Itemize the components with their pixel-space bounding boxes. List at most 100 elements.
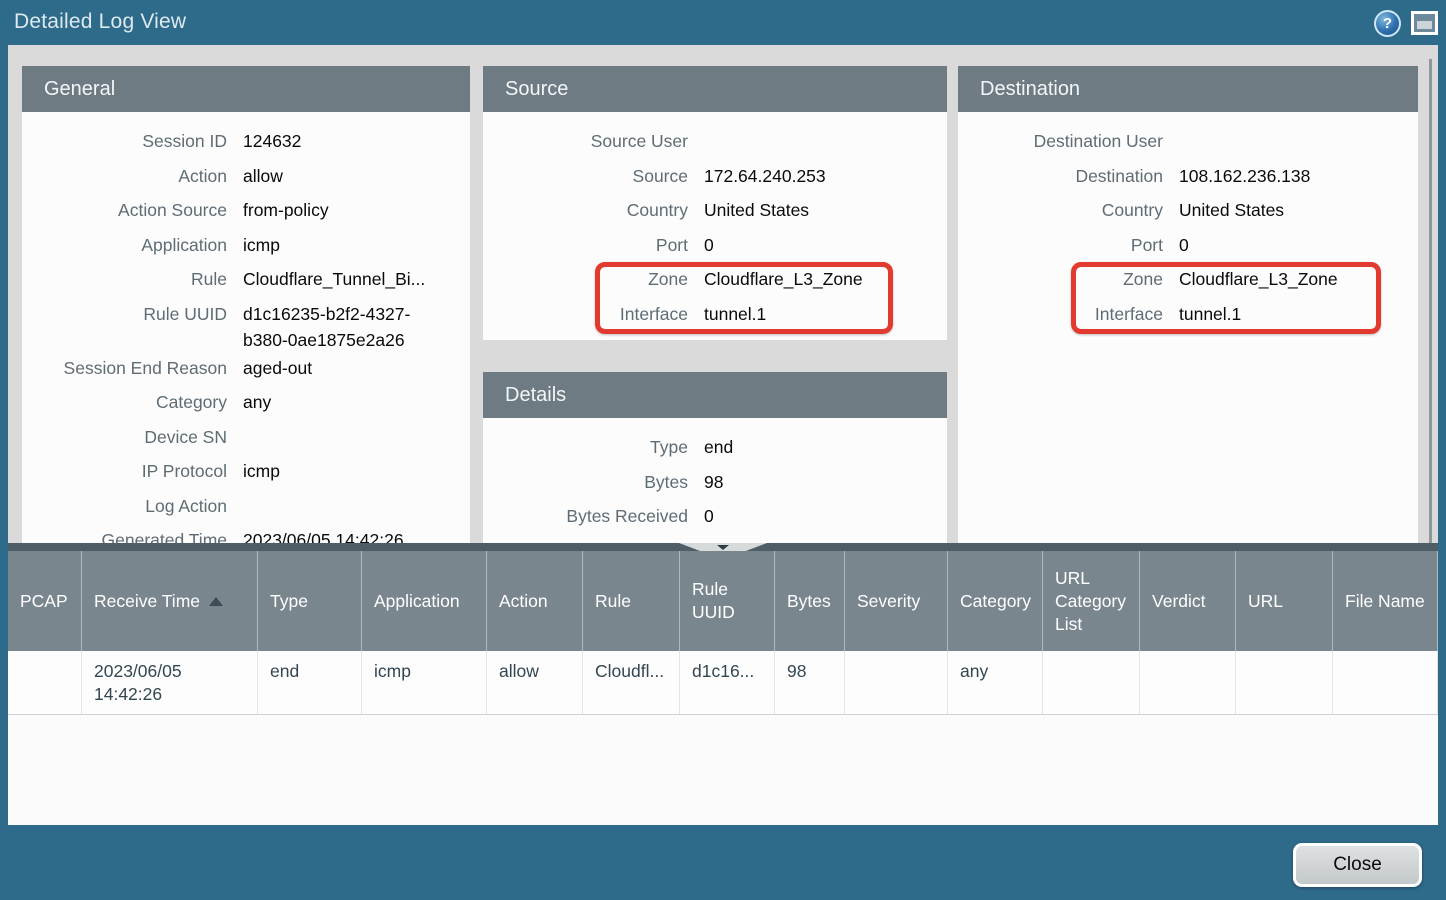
field-label: Source User: [483, 126, 688, 154]
field-label: Bytes Received: [483, 501, 688, 529]
field-label: Country: [483, 195, 688, 223]
column-header-rule[interactable]: Rule: [583, 551, 680, 651]
field-row-application: Applicationicmp: [22, 230, 470, 265]
field-row-generated-time: Generated Time2023/06/05 14:42:26: [22, 525, 470, 543]
column-header-label: Bytes: [787, 590, 831, 613]
field-value: 0: [704, 230, 714, 258]
sort-ascending-icon: [209, 597, 223, 606]
panel-details: Details TypeendBytes98Bytes Received0: [483, 372, 947, 543]
column-header-label: Receive Time: [94, 590, 200, 613]
field-row-rule: Rule Cloudflare_Tunnel_Bi...: [22, 264, 470, 299]
field-row-source-user: Source User: [483, 126, 947, 161]
field-label: Action Source: [22, 195, 227, 223]
field-value: any: [243, 387, 271, 415]
column-header-label: URL: [1248, 590, 1283, 613]
window-restore-icon[interactable]: [1411, 11, 1438, 35]
cell-type: end: [258, 651, 362, 714]
column-header-file-name[interactable]: File Name: [1333, 551, 1438, 651]
field-label: Type: [483, 432, 688, 460]
field-row-bytes: Bytes98: [483, 467, 947, 502]
column-header-bytes[interactable]: Bytes: [775, 551, 845, 651]
field-row-rule-uuid: Rule UUIDd1c16235-b2f2-4327- b380-0ae187…: [22, 299, 470, 353]
detailed-log-view-dialog: Detailed Log View ? General Session ID12…: [0, 0, 1446, 900]
field-label: Application: [22, 230, 227, 258]
field-value: from-policy: [243, 195, 329, 223]
page-title: Detailed Log View: [14, 10, 186, 34]
column-header-verdict[interactable]: Verdict: [1140, 551, 1236, 651]
column-header-pcap[interactable]: PCAP: [8, 551, 82, 651]
field-label: Port: [958, 230, 1163, 258]
field-value: allow: [243, 161, 283, 189]
column-header-action[interactable]: Action: [487, 551, 583, 651]
column-header-severity[interactable]: Severity: [845, 551, 948, 651]
cell-severity: [845, 651, 948, 714]
destination-zone-interface-highlight-box: [1071, 262, 1381, 334]
field-value: aged-out: [243, 353, 312, 381]
cell-rule: Cloudfl...: [583, 651, 680, 714]
panel-details-rows: TypeendBytes98Bytes Received0: [483, 418, 947, 543]
field-label: Category: [22, 387, 227, 415]
table-body: 2023/06/05 14:42:26endicmpallowCloudfl..…: [8, 651, 1438, 715]
panel-destination-title: Destination: [958, 66, 1418, 112]
help-icon[interactable]: ?: [1374, 10, 1401, 37]
cell-application: icmp: [362, 651, 487, 714]
field-value: icmp: [243, 456, 280, 484]
cell-category: any: [948, 651, 1043, 714]
cell-rule-uuid: d1c16...: [680, 651, 775, 714]
field-row-source: Source 172.64.240.253: [483, 161, 947, 196]
table-row[interactable]: 2023/06/05 14:42:26endicmpallowCloudfl..…: [8, 651, 1438, 715]
content-scrollbar[interactable]: [1429, 59, 1432, 543]
cell-verdict: [1140, 651, 1236, 714]
field-value: 2023/06/05 14:42:26: [243, 525, 404, 543]
column-header-rule-uuid[interactable]: Rule UUID: [680, 551, 775, 651]
field-value: United States: [704, 195, 809, 223]
field-row-log-action: Log Action: [22, 491, 470, 526]
field-row-port: Port 0: [958, 230, 1418, 265]
field-row-action-source: Action Source from-policy: [22, 195, 470, 230]
field-label: Action: [22, 161, 227, 189]
field-value: 108.162.236.138: [1179, 161, 1310, 189]
field-value: 0: [1179, 230, 1189, 258]
splitter-bar[interactable]: [8, 543, 1438, 551]
field-label: Port: [483, 230, 688, 258]
field-label: Rule: [22, 264, 227, 292]
help-question-glyph: ?: [1376, 12, 1399, 35]
close-button[interactable]: Close: [1293, 843, 1422, 887]
column-header-label: Action: [499, 590, 548, 613]
column-header-application[interactable]: Application: [362, 551, 487, 651]
log-detail-content: General Session ID124632ActionallowActio…: [8, 45, 1438, 543]
table-header-row: PCAP Receive Time Type Application Action Rul…: [8, 551, 1438, 651]
source-zone-interface-highlight-box: [595, 262, 893, 334]
column-header-type[interactable]: Type: [258, 551, 362, 651]
title-bar: Detailed Log View ?: [0, 0, 1446, 45]
panel-destination: Destination Destination User Destination 1…: [958, 66, 1418, 543]
field-row-country: Country United States: [483, 195, 947, 230]
column-header-label: Category: [960, 590, 1031, 613]
field-label: Source: [483, 161, 688, 189]
splitter-handle[interactable]: [679, 543, 767, 551]
column-header-label: File Name: [1345, 590, 1425, 613]
field-row-port: Port 0: [483, 230, 947, 265]
column-header-url[interactable]: URL: [1236, 551, 1333, 651]
column-header-url-category-list[interactable]: URL Category List: [1043, 551, 1140, 651]
panel-source: Source Source User Source 172.64.240.253Co…: [483, 66, 947, 340]
field-row-destination: Destination 108.162.236.138: [958, 161, 1418, 196]
field-label: Destination: [958, 161, 1163, 189]
window-pane-glyph: [1417, 21, 1432, 29]
field-label: Destination User: [958, 126, 1163, 154]
column-header-category[interactable]: Category: [948, 551, 1043, 651]
field-row-session-end-reason: Session End Reasonaged-out: [22, 353, 470, 388]
field-row-category: Category any: [22, 387, 470, 422]
panel-general-rows: Session ID124632ActionallowAction Source…: [22, 112, 470, 543]
column-header-receive-time[interactable]: Receive Time: [82, 551, 258, 651]
panel-details-title: Details: [483, 372, 947, 418]
column-header-label: Verdict: [1152, 590, 1206, 613]
column-header-label: Application: [374, 590, 460, 613]
panel-general: General Session ID124632ActionallowActio…: [22, 66, 470, 543]
field-value: Cloudflare_Tunnel_Bi...: [243, 264, 425, 292]
field-label: Country: [958, 195, 1163, 223]
cell-file-name: [1333, 651, 1438, 714]
field-value: 0: [704, 501, 714, 529]
field-value: United States: [1179, 195, 1284, 223]
field-value: 172.64.240.253: [704, 161, 826, 189]
